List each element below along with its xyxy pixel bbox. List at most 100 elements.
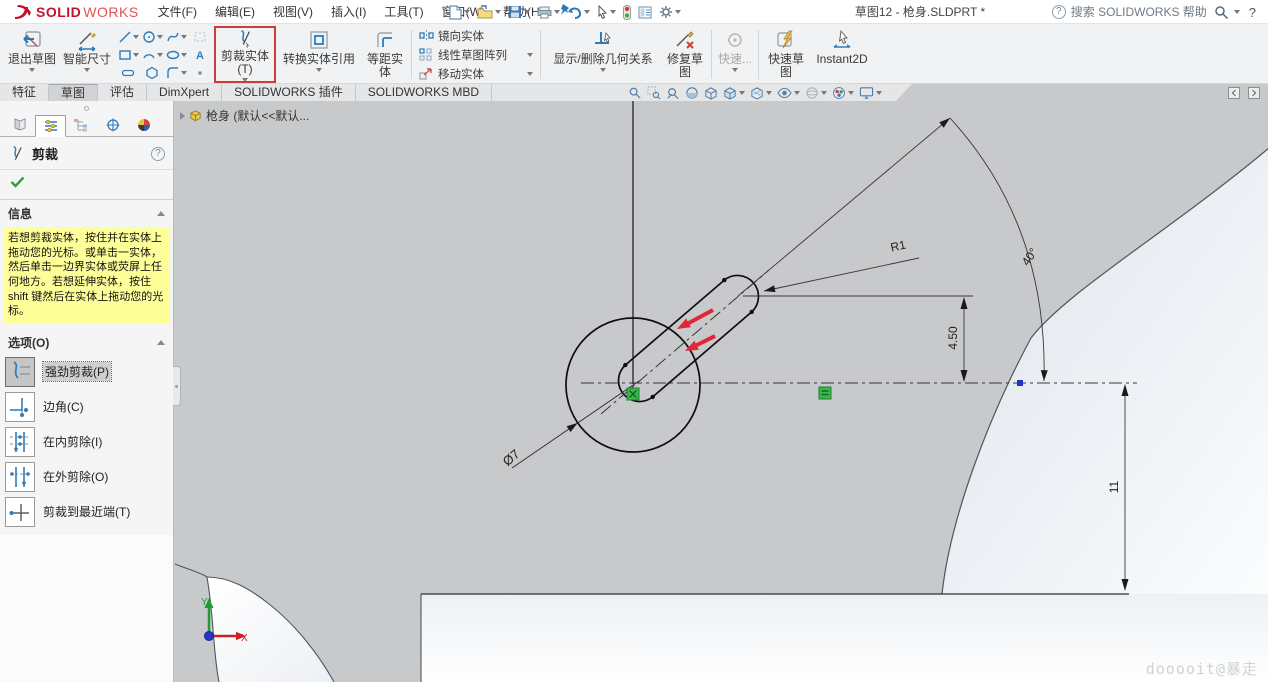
part-face-bottom[interactable] [421, 594, 1268, 682]
option-trim-away-inside[interactable]: 在内剪除(I) [5, 427, 168, 457]
selected-sketch-point[interactable] [1017, 380, 1023, 386]
move-entities-button[interactable]: 移动实体 [417, 65, 535, 83]
selection-filter-icon[interactable] [621, 5, 633, 20]
line-tool[interactable] [116, 28, 140, 46]
collapse-chevron-icon [157, 340, 165, 345]
quick-access-toolbar [447, 0, 683, 24]
menu-edit[interactable]: 编辑(E) [206, 0, 264, 23]
circle-tool[interactable] [140, 28, 164, 46]
menu-file[interactable]: 文件(F) [149, 0, 206, 23]
exit-sketch-button[interactable]: 退出草图 [4, 26, 60, 83]
menu-view[interactable]: 视图(V) [264, 0, 322, 23]
tab-evaluate[interactable]: 评估 [98, 84, 147, 101]
quick-snaps-button[interactable]: 快速... [715, 26, 755, 83]
mirror-entities-button[interactable]: 镜向实体 [417, 27, 535, 45]
configuration-manager-tab[interactable] [66, 114, 97, 136]
heads-up-view-toolbar [628, 84, 882, 101]
options-gear-button[interactable] [657, 5, 683, 19]
rapid-sketch-icon [775, 29, 797, 51]
dim-text-11[interactable]: 11 [1107, 480, 1121, 493]
tab-sketch[interactable]: 草图 [49, 84, 98, 101]
select-cursor-button[interactable] [595, 5, 618, 19]
previous-view-icon[interactable] [666, 86, 680, 100]
option-corner[interactable]: 边角(C) [5, 392, 168, 422]
ellipse-tool[interactable] [164, 46, 188, 64]
coincident-constraint-badge[interactable] [627, 388, 639, 400]
construction-tool[interactable] [188, 28, 212, 46]
tab-addins[interactable]: SOLIDWORKS 插件 [222, 84, 356, 101]
display-manager-tab[interactable] [128, 114, 159, 136]
rectangle-tool[interactable] [116, 46, 140, 64]
fillet-tool[interactable] [164, 64, 188, 82]
arc-tool[interactable] [140, 46, 164, 64]
option-power-trim[interactable]: 强劲剪裁(P) [5, 357, 168, 387]
smart-dimension-button[interactable]: 智能尺寸 [60, 26, 114, 83]
document-tree-overlay[interactable]: 枪身 (默认<<默认... [180, 107, 309, 124]
tab-dimxpert[interactable]: DimXpert [147, 84, 222, 101]
point-tool[interactable] [188, 64, 212, 82]
tab-mbd[interactable]: SOLIDWORKS MBD [356, 84, 492, 101]
undo-button[interactable] [565, 6, 592, 19]
menu-tools[interactable]: 工具(T) [375, 0, 432, 23]
x-axis-label: X [241, 633, 248, 644]
convert-entities-button[interactable]: 转换实体引用 [276, 26, 362, 83]
instant2d-button[interactable]: Instant2D [810, 26, 874, 83]
horizontal-constraint-badge[interactable] [819, 387, 831, 399]
slot-tool[interactable] [116, 64, 140, 82]
quick-snaps-icon [724, 29, 746, 51]
expand-triangle-icon[interactable] [180, 112, 185, 120]
property-manager-tab[interactable] [35, 115, 66, 137]
search-icon[interactable] [1214, 5, 1229, 20]
help-menu[interactable]: ? [1245, 5, 1260, 20]
open-button[interactable] [475, 5, 503, 19]
menu-insert[interactable]: 插入(I) [322, 0, 375, 23]
edit-appearance-icon[interactable] [805, 86, 827, 100]
display-style-icon[interactable] [750, 86, 772, 100]
offset-entities-icon [374, 29, 396, 51]
dim-text-450[interactable]: 4.50 [946, 326, 960, 350]
new-document-button[interactable] [447, 5, 472, 20]
ok-check-icon[interactable] [10, 176, 25, 188]
feature-tree-tab[interactable] [4, 114, 35, 136]
zoom-area-icon[interactable] [647, 86, 661, 100]
view-orientation-icon[interactable] [723, 86, 745, 100]
section-tools-icon[interactable] [704, 86, 718, 100]
spline-tool[interactable] [164, 28, 188, 46]
panel-title-row: 剪裁 ? [0, 137, 173, 169]
graphics-area[interactable]: 枪身 (默认<<默认... [174, 101, 1268, 682]
save-button[interactable] [506, 5, 532, 19]
search-scope-caret[interactable] [1234, 10, 1240, 14]
option-trim-to-closest[interactable]: 剪裁到最近端(T) [5, 497, 168, 527]
offset-entities-button[interactable]: 等距实体 [362, 26, 408, 83]
view-settings-icon[interactable] [859, 86, 882, 100]
apply-scene-icon[interactable] [832, 86, 854, 100]
linear-sketch-pattern-button[interactable]: 线性草图阵列 [417, 46, 535, 64]
info-section-header[interactable]: 信息 [0, 200, 173, 226]
tab-features[interactable]: 特征 [0, 84, 49, 101]
move-entities-icon [419, 67, 434, 80]
smart-dimension-icon [76, 29, 98, 51]
instant2d-icon [831, 29, 853, 51]
print-button[interactable] [535, 6, 562, 19]
options-section-header[interactable]: 选项(O) [0, 329, 173, 355]
sketch-canvas[interactable]: 4.50 11 40° R1 Ø7 [174, 101, 1268, 682]
trim-entities-button[interactable]: 剪裁实体(T) [214, 26, 276, 83]
text-tool[interactable]: A [188, 46, 212, 64]
command-tab-row: 特征 草图 评估 DimXpert SOLIDWORKS 插件 SOLIDWOR… [0, 84, 1268, 101]
option-trim-away-outside[interactable]: 在外剪除(O) [5, 462, 168, 492]
panel-resize-grip[interactable] [84, 106, 89, 111]
task-pane-icon[interactable] [636, 6, 654, 19]
repair-sketch-button[interactable]: 修复草图 [662, 26, 708, 83]
watermark-text: dooooit@暴走 [1146, 658, 1258, 679]
help-circle-icon: ? [1052, 5, 1066, 19]
search-input[interactable] [1071, 5, 1209, 19]
panel-help-icon[interactable]: ? [151, 147, 165, 161]
display-delete-relations-button[interactable]: 显示/删除几何关系 [544, 26, 662, 83]
rapid-sketch-button[interactable]: 快速草图 [762, 26, 810, 83]
dimxpert-manager-tab[interactable] [97, 114, 128, 136]
section-view-icon[interactable] [685, 86, 699, 100]
polygon-tool[interactable] [140, 64, 164, 82]
panel-splitter-handle[interactable] [173, 366, 181, 406]
zoom-fit-icon[interactable] [628, 86, 642, 100]
hide-show-items-icon[interactable] [777, 86, 800, 100]
